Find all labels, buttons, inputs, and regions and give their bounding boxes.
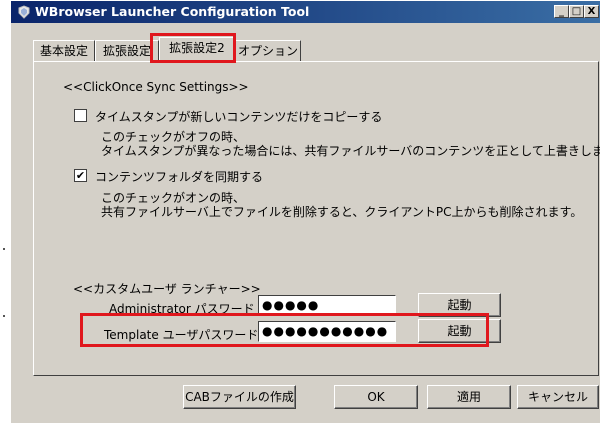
- sync-folder-checkbox[interactable]: ✔: [74, 169, 87, 182]
- template-password-field[interactable]: ●●●●●●●●●●●: [258, 321, 396, 342]
- edge-mark: [3, 315, 5, 317]
- cancel-button[interactable]: キャンセル: [517, 385, 599, 409]
- tab-extended-settings-2[interactable]: 拡張設定2: [159, 37, 235, 62]
- admin-password-field[interactable]: ●●●●●: [258, 295, 396, 316]
- copy-newer-checkbox[interactable]: [74, 109, 87, 122]
- sync-folder-label[interactable]: コンテンツフォルダを同期する: [95, 168, 263, 185]
- copy-newer-desc-2: タイムスタンプが異なった場合には、共有ファイルサーバのコンテンツを正として上書き…: [101, 144, 600, 158]
- template-launch-button[interactable]: 起動: [418, 319, 501, 343]
- ok-button[interactable]: OK: [334, 385, 418, 409]
- template-password-label: Template ユーザパスワード: [104, 328, 259, 342]
- tab-panel: <<ClickOnce Sync Settings>> タイムスタンプが新しいコ…: [33, 61, 600, 376]
- create-cab-button[interactable]: CABファイルの作成: [183, 385, 296, 409]
- admin-password-label: Administrator パスワード: [109, 302, 255, 316]
- close-icon[interactable]: X: [584, 5, 599, 18]
- copy-newer-label[interactable]: タイムスタンプが新しいコンテンツだけをコピーする: [95, 108, 382, 125]
- config-window: WBrowser Launcher Configuration Tool _ □…: [10, 0, 600, 423]
- edge-mark: [3, 248, 5, 250]
- tab-options[interactable]: オプション: [235, 40, 301, 61]
- maximize-icon[interactable]: □: [569, 5, 584, 18]
- admin-launch-button[interactable]: 起動: [418, 293, 501, 317]
- window-title: WBrowser Launcher Configuration Tool: [35, 4, 310, 19]
- custom-user-section-label: <<カスタムユーザ ランチャー>>: [73, 282, 261, 296]
- sync-folder-desc-2: 共有ファイルサーバ上でファイルを削除すると、クライアントPC上からも削除されます…: [101, 205, 583, 219]
- clickonce-section-label: <<ClickOnce Sync Settings>>: [63, 80, 249, 94]
- minimize-icon[interactable]: _: [554, 5, 569, 18]
- app-icon: [18, 5, 30, 19]
- tab-extended-settings[interactable]: 拡張設定: [95, 40, 159, 61]
- title-bar[interactable]: WBrowser Launcher Configuration Tool _ □…: [11, 1, 600, 23]
- tab-basic-settings[interactable]: 基本設定: [33, 40, 95, 61]
- apply-button[interactable]: 適用: [427, 385, 511, 409]
